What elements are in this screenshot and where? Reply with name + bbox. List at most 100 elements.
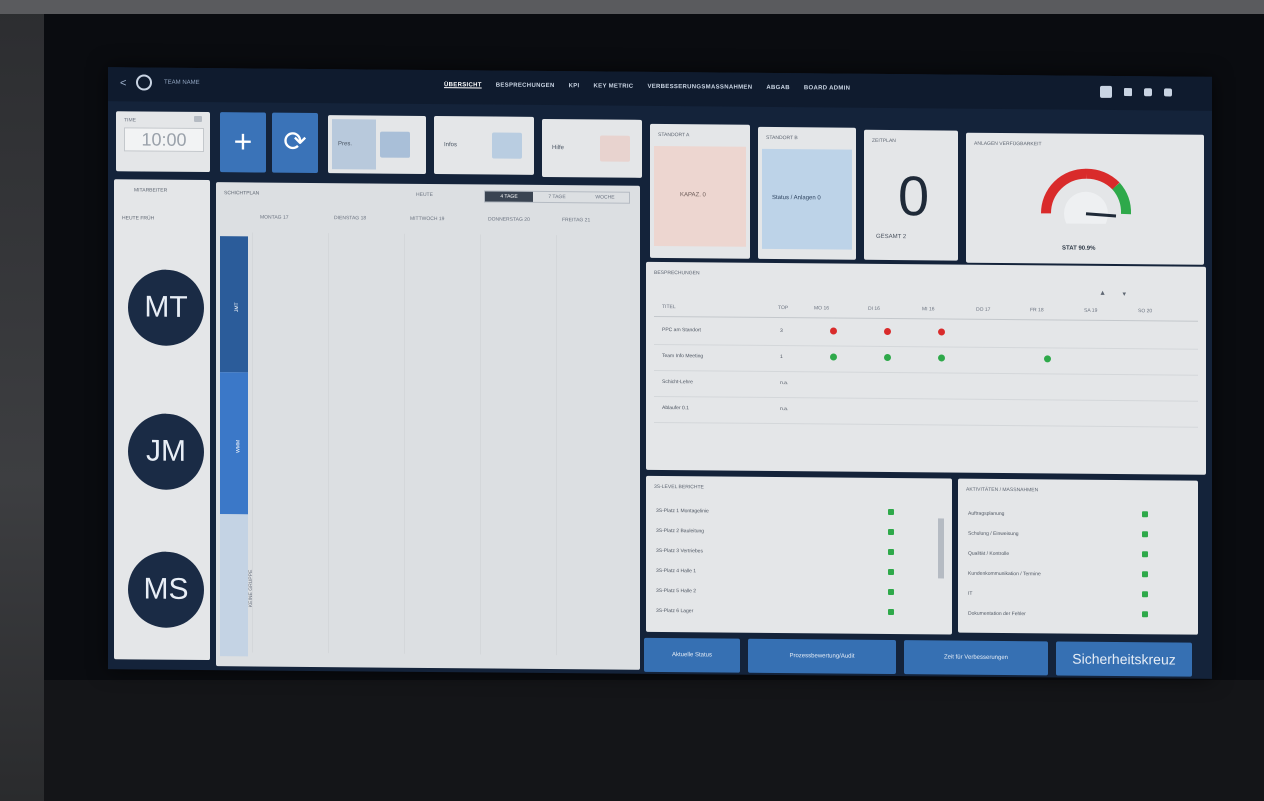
calendar-title: SCHICHTPLAN — [224, 190, 260, 197]
status-card-a-title: STANDORT A — [658, 131, 690, 139]
safety-cross-button[interactable]: Sicherheitskreuz — [1056, 641, 1192, 677]
view-week[interactable]: WOCHE — [581, 192, 629, 202]
thumbs-up-icon[interactable] — [888, 588, 894, 596]
view-4-days[interactable]: 4 TAGE — [485, 191, 533, 202]
list-item[interactable]: Qualität / Kontrolle — [968, 545, 1188, 567]
status-dot-red[interactable] — [884, 327, 891, 336]
back-icon[interactable]: < — [120, 77, 126, 89]
table-row[interactable]: Ablaufer 0.1 n.a. — [654, 395, 1198, 428]
list-item[interactable]: Dokumentation der Fehler — [968, 605, 1188, 627]
thumbs-up-icon[interactable] — [888, 568, 894, 576]
view-switch: 4 TAGE 7 TAGE WOCHE — [484, 190, 630, 204]
status-dot-green[interactable] — [830, 353, 837, 361]
lane-wmm[interactable]: WMM — [220, 372, 248, 515]
list-item[interactable]: 3S-Platz 5 Halle 2 — [656, 582, 942, 604]
thumbs-up-icon[interactable] — [888, 508, 894, 516]
avatar-ms[interactable]: MS — [128, 551, 204, 629]
grid-line — [404, 233, 405, 654]
help-tile[interactable]: Hilfe — [542, 118, 642, 178]
status-dot-green[interactable] — [884, 353, 891, 362]
improvement-time-button[interactable]: Zeit für Verbesserungen — [904, 640, 1048, 676]
list-item-text: Dokumentation der Fehler — [968, 610, 1026, 618]
scrollbar[interactable] — [938, 518, 944, 579]
lane-wmm-label: WMM — [235, 439, 242, 453]
list-item-text: 3S-Platz 3 Vertriebes — [656, 547, 703, 555]
thumbs-up-icon[interactable] — [1142, 531, 1148, 538]
status-dot-red[interactable] — [830, 327, 837, 335]
nav-delivery[interactable]: ABGAB — [766, 85, 790, 91]
presentation-tile[interactable]: Pres. — [328, 115, 426, 174]
list-item[interactable]: 3S-Platz 4 Halle 1 — [656, 562, 942, 584]
calendar-icon — [194, 115, 202, 123]
row-name: Schicht-Lehre — [662, 379, 693, 386]
gauge-green-arc — [1112, 182, 1131, 215]
list-item[interactable]: IT — [968, 585, 1188, 607]
thumbs-up-icon[interactable] — [888, 528, 894, 536]
thumbs-up-icon[interactable] — [888, 608, 894, 616]
list-item-text: 3S-Platz 5 Halle 2 — [656, 587, 697, 595]
thumbs-up-icon[interactable] — [1142, 511, 1148, 518]
presentation-label: Pres. — [338, 141, 353, 148]
people-title: MITARBEITER — [134, 187, 168, 194]
status-card-a-fill: KAPAZ. 0 — [654, 145, 746, 247]
list-item[interactable]: 3S-Platz 2 Bauleitung — [656, 522, 942, 544]
nav-overview[interactable]: ÜBERSICHT — [444, 82, 482, 88]
dashboard-screen: < TEAM NAME ÜBERSICHT BESPRECHUNGEN KPI … — [108, 67, 1212, 679]
lock-icon[interactable] — [1124, 88, 1132, 97]
col-day-3: MI 16 — [922, 306, 935, 313]
nav-kpi[interactable]: KPI — [569, 83, 580, 89]
process-audit-button[interactable]: Prozessbewertung/Audit — [748, 638, 896, 675]
avatar-mt[interactable]: MT — [128, 269, 204, 347]
nav-key-metric[interactable]: KEY METRIC — [594, 83, 634, 89]
current-status-button[interactable]: Aktuelle Status — [644, 637, 740, 673]
people-panel: MITARBEITER HEUTE FRÜH MT JM MS — [114, 179, 210, 661]
add-button[interactable]: + — [220, 112, 266, 173]
people-subtitle: HEUTE FRÜH — [122, 215, 155, 222]
nav-meetings[interactable]: BESPRECHUNGEN — [496, 83, 555, 90]
mail-icon[interactable] — [380, 131, 410, 158]
thumbs-up-icon[interactable] — [1142, 611, 1148, 618]
time-input[interactable]: 10:00 — [124, 127, 204, 153]
status-card-a: STANDORT A KAPAZ. 0 — [650, 123, 750, 259]
lane-jmt[interactable]: JMT — [220, 236, 248, 373]
list-item-text: Schulung / Einweisung — [968, 530, 1019, 538]
user-icon[interactable] — [1164, 88, 1172, 97]
grid-icon[interactable] — [1100, 85, 1112, 98]
col-day-7: SO 20 — [1138, 308, 1153, 315]
thumbs-up-icon[interactable] — [888, 548, 894, 556]
inbox-icon[interactable] — [492, 132, 522, 159]
status-dot-green[interactable] — [1044, 355, 1051, 363]
settings-icon[interactable] — [1144, 88, 1152, 97]
shift-calendar: SCHICHTPLAN HEUTE 4 TAGE 7 TAGE WOCHE MO… — [216, 182, 640, 670]
thumbs-up-icon[interactable] — [1142, 591, 1148, 598]
view-7-days[interactable]: 7 TAGE — [533, 192, 581, 202]
chevron-down-icon[interactable]: ▾ — [1122, 290, 1126, 298]
checklist2-title: AKTIVITÄTEN / MASSNAHMEN — [966, 486, 1039, 494]
col-day-5: FR 18 — [1030, 307, 1044, 314]
list-item-text: IT — [968, 590, 973, 597]
calendar-filter[interactable]: HEUTE — [416, 192, 433, 198]
warning-icon[interactable]: ▲ — [1099, 290, 1106, 297]
list-item[interactable]: 3S-Platz 1 Montagelinie — [656, 502, 942, 524]
thumbs-up-icon[interactable] — [1142, 551, 1148, 558]
refresh-button[interactable]: ⟳ — [272, 112, 318, 174]
list-item[interactable]: 3S-Platz 3 Vertriebes — [656, 542, 942, 564]
info-tile[interactable]: Infos — [434, 116, 534, 175]
status-dot-red[interactable] — [938, 328, 945, 336]
list-item[interactable]: Kundenkommunikation / Termine — [968, 565, 1188, 587]
col-day-4: DO 17 — [976, 306, 991, 313]
nav-improvements[interactable]: VERBESSERUNGSMASSNAHMEN — [647, 84, 752, 91]
thumbs-up-icon[interactable] — [1142, 571, 1148, 578]
grid-line — [556, 235, 557, 656]
lane-none[interactable]: KEINE GRUPPE — [220, 514, 254, 657]
list-item[interactable]: 3S-Platz 6 Lager — [656, 602, 942, 624]
avatar-jm[interactable]: JM — [128, 413, 204, 491]
status-dot-green[interactable] — [938, 354, 945, 362]
list-item[interactable]: Schulung / Einweisung — [968, 525, 1188, 547]
hourglass-icon[interactable] — [600, 135, 630, 162]
lane-jmt-label: JMT — [233, 302, 240, 313]
col-top: TOP — [778, 305, 789, 312]
nav-board-admin[interactable]: BOARD ADMIN — [804, 85, 850, 91]
day-header-4: DONNERSTAG 20 — [488, 216, 530, 223]
list-item[interactable]: Auftragsplanung — [968, 505, 1188, 527]
